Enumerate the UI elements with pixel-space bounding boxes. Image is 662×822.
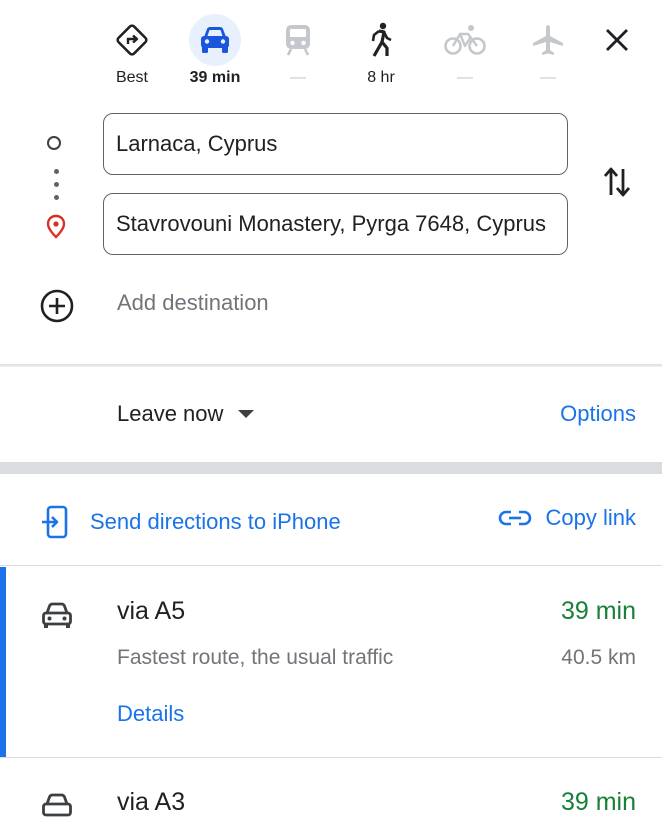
route-option[interactable]: via A5 39 min Fastest route, the usual t…	[0, 567, 662, 757]
mode-label: —	[457, 69, 473, 86]
add-destination-button[interactable]: Add destination	[117, 290, 269, 316]
bike-icon	[439, 14, 491, 66]
route-option[interactable]: via A3 39 min	[0, 758, 662, 818]
selected-route-indicator	[0, 567, 6, 757]
mode-best[interactable]: Best	[97, 14, 167, 88]
destination-input[interactable]: Stavrovouni Monastery, Pyrga 7648, Cypru…	[103, 193, 568, 255]
route-description: Fastest route, the usual traffic	[117, 646, 394, 669]
car-icon	[42, 602, 72, 628]
send-to-phone-button[interactable]: Send directions to iPhone	[40, 505, 341, 539]
car-icon	[42, 793, 72, 817]
leave-now-dropdown[interactable]: Leave now	[117, 401, 255, 427]
mode-flights[interactable]: —	[513, 14, 583, 88]
mode-label: 8 hr	[367, 69, 395, 86]
destination-pin-icon	[46, 214, 66, 239]
mode-driving[interactable]: 39 min	[180, 14, 250, 88]
send-to-phone-label: Send directions to iPhone	[90, 509, 341, 534]
close-button[interactable]	[594, 20, 640, 60]
mode-label: —	[290, 69, 306, 86]
route-duration: 39 min	[560, 597, 636, 625]
leave-now-label: Leave now	[117, 401, 224, 426]
options-link[interactable]: Options	[560, 401, 636, 427]
mode-label: 39 min	[189, 69, 241, 86]
mode-label: Best	[115, 69, 148, 86]
route-distance: 40.5 km	[561, 646, 636, 669]
mode-transit[interactable]: —	[263, 14, 333, 88]
train-icon	[272, 14, 324, 66]
add-destination-icon[interactable]	[39, 288, 75, 324]
send-to-device-icon	[42, 505, 68, 539]
route-dot	[54, 169, 59, 174]
swap-icon	[603, 167, 631, 197]
share-row: Send directions to iPhone Copy link	[0, 475, 662, 566]
copy-link-button[interactable]: Copy link	[498, 505, 636, 531]
copy-link-label: Copy link	[545, 505, 636, 530]
walk-icon	[355, 14, 407, 66]
divider	[0, 364, 662, 367]
plane-icon	[522, 14, 574, 66]
mode-cycling[interactable]: —	[430, 14, 500, 88]
route-duration: 39 min	[560, 788, 636, 816]
dropdown-arrow-icon	[238, 410, 255, 418]
mode-walking[interactable]: 8 hr	[346, 14, 416, 88]
route-details-link[interactable]: Details	[117, 701, 184, 727]
swap-button[interactable]	[598, 162, 636, 202]
route-icon	[106, 14, 158, 66]
origin-marker-icon	[47, 136, 61, 150]
route-name: via A5	[117, 597, 186, 625]
origin-input[interactable]: Larnaca, Cyprus	[103, 113, 568, 175]
route-name: via A3	[117, 788, 186, 816]
close-icon	[606, 29, 628, 51]
route-dot	[54, 195, 59, 200]
car-icon	[189, 14, 241, 66]
link-icon	[498, 510, 531, 526]
mode-label: —	[540, 69, 556, 86]
section-divider	[0, 462, 662, 474]
route-dot	[54, 182, 59, 187]
